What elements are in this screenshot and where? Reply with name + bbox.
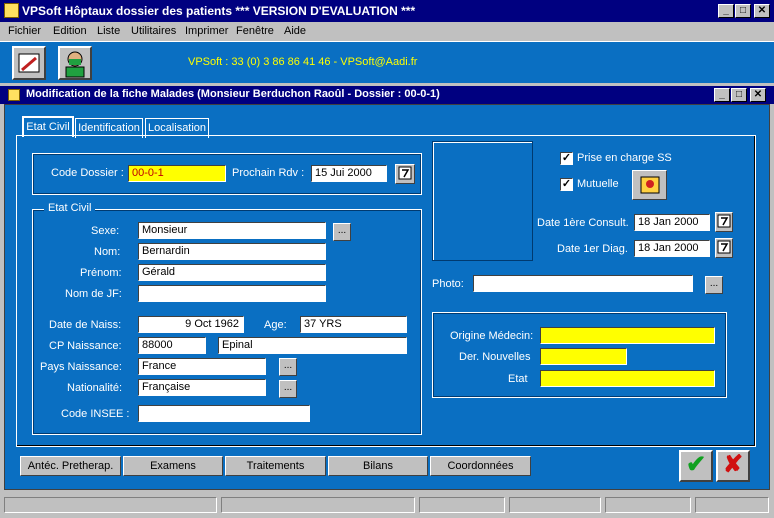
menu-aide[interactable]: Aide [284, 25, 306, 37]
form-icon [8, 89, 20, 101]
photo-frame [432, 141, 533, 261]
menu-edition[interactable]: Edition [53, 25, 87, 37]
consult-calendar-button[interactable] [715, 212, 733, 232]
photo-field[interactable] [473, 275, 693, 292]
nom-jf-label: Nom de JF: [65, 288, 122, 300]
code-dossier-label: Code Dossier : [51, 167, 124, 179]
etat-field[interactable] [540, 370, 715, 387]
nom-jf-field[interactable] [138, 285, 326, 302]
code-insee-label: Code INSEE : [61, 408, 130, 420]
status-cell-6 [695, 497, 769, 513]
maximize-button[interactable]: □ [735, 4, 751, 18]
form-close-button[interactable]: ✕ [750, 88, 766, 102]
form-minimize-button[interactable]: _ [714, 88, 730, 102]
mutuelle-checkbox[interactable]: ✓ [560, 178, 573, 191]
form-titlebar: Modification de la fiche Malades (Monsie… [0, 86, 774, 104]
etat-civil-group-label: Etat Civil [44, 202, 96, 214]
menu-utilitaires[interactable]: Utilitaires [131, 25, 176, 37]
mutuelle-icon [640, 176, 659, 194]
status-cell-5 [605, 497, 691, 513]
form-title: Modification de la fiche Malades (Monsie… [26, 88, 440, 100]
cross-icon: ✘ [722, 451, 744, 478]
toolbar: VPSoft : 33 (0) 3 86 86 41 46 - VPSoft@A… [0, 41, 774, 83]
date-diag-label: Date 1er Diag. [557, 243, 628, 255]
status-cell-2 [221, 497, 415, 513]
pencil-icon [18, 53, 40, 73]
cp-naissance-field[interactable]: 88000 [138, 337, 206, 354]
calendar-icon [717, 240, 731, 254]
menu-liste[interactable]: Liste [97, 25, 120, 37]
pays-naissance-label: Pays Naissance: [40, 361, 122, 373]
menu-imprimer[interactable]: Imprimer [185, 25, 228, 37]
examens-button[interactable]: Examens [123, 456, 223, 476]
origine-medecin-field[interactable] [540, 327, 715, 344]
origine-medecin-label: Origine Médecin: [450, 330, 534, 342]
prochain-rdv-label: Prochain Rdv : [232, 167, 305, 179]
prenom-label: Prénom: [80, 267, 122, 279]
cp-naissance-label: CP Naissance: [49, 340, 122, 352]
nationalite-picker-button[interactable]: ... [279, 380, 297, 398]
age-label: Age: [264, 319, 287, 331]
coordonnees-button[interactable]: Coordonnées [430, 456, 531, 476]
traitements-button[interactable]: Traitements [225, 456, 326, 476]
sexe-field[interactable]: Monsieur [138, 222, 326, 239]
calendar-icon [717, 214, 731, 228]
der-nouvelles-field[interactable] [540, 348, 627, 365]
menu-fichier[interactable]: Fichier [8, 25, 41, 37]
nationalite-field[interactable]: Française [138, 379, 266, 396]
etat-label: Etat [508, 373, 528, 385]
prise-en-charge-label: Prise en charge SS [577, 152, 672, 164]
menu-fenetre[interactable]: Fenêtre [236, 25, 274, 37]
edit-record-button[interactable] [12, 46, 46, 80]
prenom-field[interactable]: Gérald [138, 264, 326, 281]
calendar-icon [398, 166, 412, 180]
prochain-rdv-field[interactable]: 15 Jui 2000 [311, 165, 387, 182]
date-consult-field[interactable]: 18 Jan 2000 [634, 214, 710, 231]
cancel-button[interactable]: ✘ [716, 450, 750, 482]
mutuelle-details-button[interactable] [632, 170, 667, 200]
pays-naissance-field[interactable]: France [138, 358, 266, 375]
prise-en-charge-checkbox[interactable]: ✓ [560, 152, 573, 165]
age-field[interactable]: 37 YRS [300, 316, 407, 333]
photo-browse-button[interactable]: ... [705, 276, 723, 294]
checkmark-icon: ✔ [685, 451, 707, 478]
code-dossier-field[interactable]: 00-0-1 [128, 165, 226, 182]
date-diag-field[interactable]: 18 Jan 2000 [634, 240, 710, 257]
ok-button[interactable]: ✔ [679, 450, 713, 482]
antec-pretherap-button[interactable]: Antéc. Pretherap. [20, 456, 121, 476]
date-naiss-label: Date de Naiss: [49, 319, 122, 331]
rdv-calendar-button[interactable] [395, 164, 415, 184]
window-titlebar: VPSoft Hôptaux dossier des patients *** … [0, 0, 774, 22]
bilans-button[interactable]: Bilans [328, 456, 428, 476]
diag-calendar-button[interactable] [715, 238, 733, 258]
nationalite-label: Nationalité: [67, 382, 123, 394]
code-insee-field[interactable] [138, 405, 310, 422]
der-nouvelles-label: Der. Nouvelles [459, 351, 531, 363]
photo-label: Photo: [432, 278, 464, 290]
pays-picker-button[interactable]: ... [279, 358, 297, 376]
status-bar [0, 492, 774, 518]
window-title: VPSoft Hôptaux dossier des patients *** … [22, 4, 416, 18]
menu-bar: Fichier Edition Liste Utilitaires Imprim… [0, 22, 774, 41]
minimize-button[interactable]: _ [718, 4, 734, 18]
ville-naissance-field[interactable]: Epinal [218, 337, 407, 354]
doctor-icon [65, 51, 85, 78]
contact-info: VPSoft : 33 (0) 3 86 86 41 46 - VPSoft@A… [188, 56, 418, 68]
close-button[interactable]: ✕ [754, 4, 770, 18]
status-cell-1 [4, 497, 217, 513]
tab-etat-civil[interactable]: Etat Civil [22, 116, 74, 137]
nom-field[interactable]: Bernardin [138, 243, 326, 260]
mutuelle-label: Mutuelle [577, 178, 619, 190]
date-naiss-field[interactable]: 9 Oct 1962 [138, 316, 244, 333]
app-icon [4, 3, 19, 18]
doctor-button[interactable] [58, 46, 92, 80]
sexe-label: Sexe: [91, 225, 120, 237]
sexe-picker-button[interactable]: ... [333, 223, 351, 241]
status-cell-4 [509, 497, 601, 513]
form-maximize-button[interactable]: □ [731, 88, 747, 102]
date-consult-label: Date 1ère Consult. [537, 217, 629, 229]
status-cell-3 [419, 497, 505, 513]
nom-label: Nom: [94, 246, 121, 258]
